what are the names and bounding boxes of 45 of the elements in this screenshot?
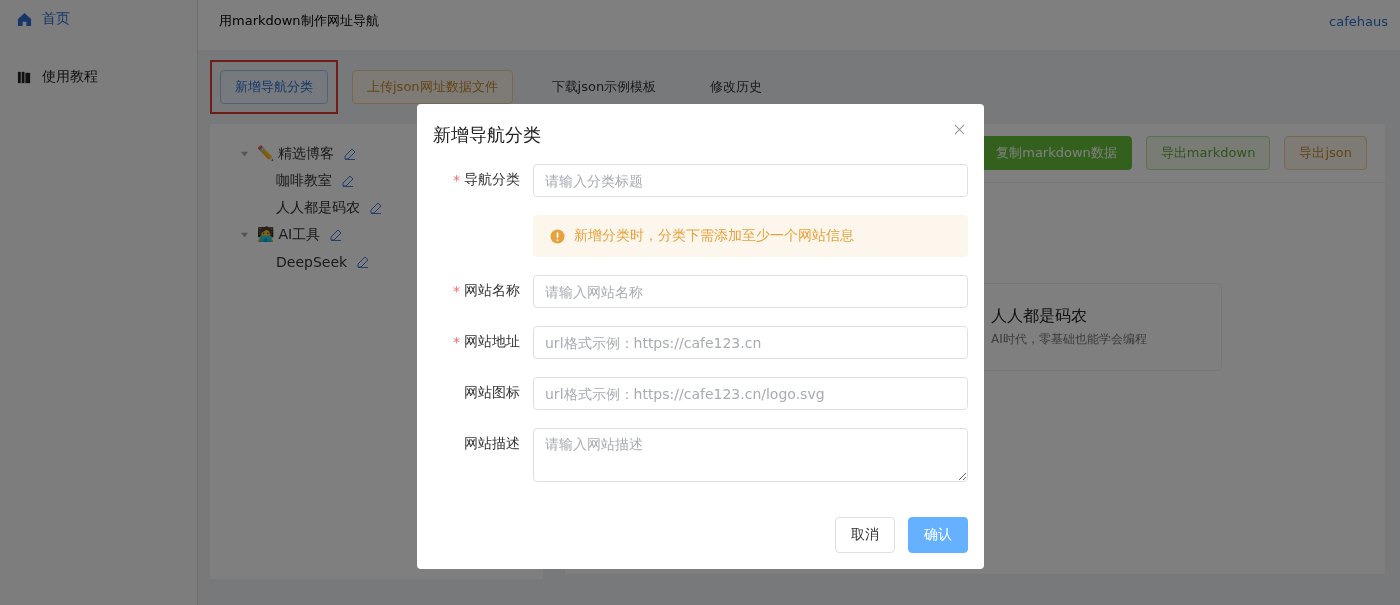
- dialog-button[interactable]: 确认: [908, 517, 968, 553]
- required-mark: *: [453, 283, 460, 299]
- site-title: 人人都是码农: [991, 306, 1088, 327]
- caret-icon[interactable]: [240, 230, 249, 239]
- input-field[interactable]: 请输入分类标题: [533, 164, 968, 197]
- user-link[interactable]: cafehaus: [1329, 13, 1388, 29]
- field-label: 网站名称: [464, 282, 520, 300]
- sidebar-item[interactable]: 使用教程: [0, 66, 197, 88]
- caret-icon[interactable]: [240, 149, 249, 158]
- page-title: 用markdown制作网址导航: [219, 12, 379, 30]
- toolbar-button[interactable]: 下载json示例模板: [536, 70, 672, 104]
- tree-item[interactable]: ✏ 精选博客: [257, 144, 335, 163]
- action-button[interactable]: 导出json: [1284, 136, 1367, 170]
- edit-icon[interactable]: [344, 147, 357, 160]
- field-label: 网站描述: [464, 435, 520, 453]
- edit-icon[interactable]: [370, 201, 382, 214]
- alert-text: 新增分类时，分类下需添加至少一个网站信息: [574, 227, 854, 245]
- home-icon: [17, 11, 32, 27]
- tree-item[interactable]: 人人都是码农: [276, 198, 360, 217]
- toolbar-button[interactable]: 修改历史: [695, 70, 778, 104]
- site-description: AI时代，零基础也能学会编程: [991, 331, 1148, 348]
- action-button[interactable]: 导出markdown: [1145, 136, 1271, 170]
- tree-item[interactable]: 🧑‍💻 AI工具: [257, 225, 321, 244]
- dialog-title: 新增导航分类: [433, 123, 541, 147]
- sidebar-item[interactable]: 首页: [0, 8, 197, 30]
- field-label: 导航分类: [464, 171, 520, 189]
- text-area[interactable]: 请输入网站描述: [533, 428, 968, 482]
- required-mark: *: [453, 334, 460, 350]
- close-icon[interactable]: [954, 124, 965, 135]
- tree-item[interactable]: 咖啡教室: [276, 171, 332, 190]
- input-field[interactable]: 请输入网站名称: [533, 275, 968, 308]
- field-label: 网站地址: [464, 333, 520, 351]
- tree-item[interactable]: DeepSeek: [276, 253, 348, 270]
- input-field[interactable]: url格式示例：https://cafe123.cn/logo.svg: [533, 377, 968, 410]
- edit-icon[interactable]: [342, 174, 354, 187]
- edit-icon[interactable]: [330, 228, 343, 241]
- required-mark: *: [453, 172, 460, 188]
- edit-icon[interactable]: [357, 255, 370, 268]
- field-label: 网站图标: [464, 384, 520, 402]
- toolbar-button[interactable]: 上传json网址数据文件: [352, 70, 513, 104]
- input-field[interactable]: url格式示例：https://cafe123.cn: [533, 326, 968, 359]
- toolbar-button[interactable]: 新增导航分类: [220, 70, 328, 104]
- books-icon: [17, 69, 32, 85]
- warning-icon: [550, 228, 565, 244]
- dialog-button[interactable]: 取消: [835, 517, 895, 553]
